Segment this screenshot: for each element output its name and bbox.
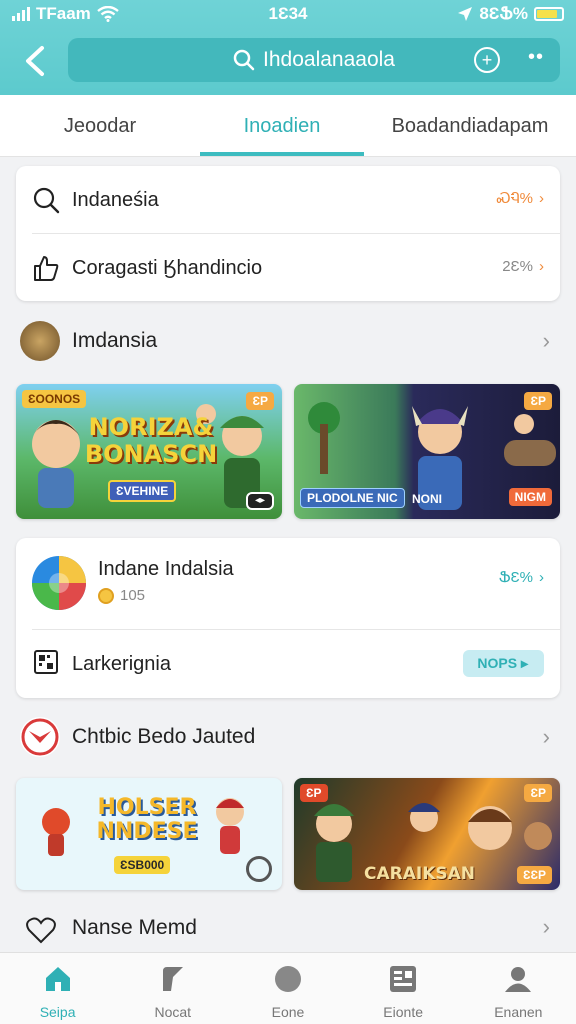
game-banner-1[interactable]: ƐOONOS ƐP NORIZA& BONASCN ƐVEHINE ◂▸ [16, 384, 282, 519]
nav-label: Enanen [494, 1004, 543, 1020]
tab-bar: Jeoodar Inoadien Boadandiadapam [0, 95, 576, 157]
video-icon: ◂▸ [246, 492, 274, 510]
banner-label: PLODOLNE NIC [300, 488, 405, 508]
list-item-larkerignia[interactable]: Larkerignia NOPS ▸ [16, 630, 560, 698]
tab-3[interactable]: Boadandiadapam [364, 95, 576, 156]
row-value-text: 2Ɛ% [502, 258, 533, 275]
banner-tag: ƐP [300, 784, 328, 802]
nav-item-profile[interactable]: Enanen [461, 953, 576, 1024]
bottom-nav: Seipa Nocat Eone Eionte Enanen [0, 952, 576, 1024]
nav-label: Seipa [39, 1004, 76, 1020]
battery-percent: 8ƐՖ% [479, 4, 528, 23]
search-icon [33, 187, 60, 214]
tab-1[interactable]: Jeoodar [0, 95, 200, 156]
pen-icon [162, 967, 183, 991]
section-title: Nanse Memd [72, 916, 197, 939]
qr-code-icon [34, 650, 58, 674]
chevron-right-icon: › [542, 914, 550, 939]
nav-label: Nocat [154, 1004, 192, 1020]
game-banner-3[interactable]: HOLSER NNDESE ƐSB000 [16, 778, 282, 890]
top-bar: TFaam 1Ɛ34 8ƐՖ% Ihdoalanaaola + •• [0, 0, 576, 95]
nav-item-home[interactable]: Seipa [0, 953, 115, 1024]
search-query: Ihdoalanaaola [263, 48, 395, 71]
chevron-right-icon: › [539, 569, 544, 586]
banner-button[interactable]: ƐƐP [516, 866, 552, 884]
search-icon [233, 49, 255, 71]
coin-value: 105 [120, 587, 146, 604]
section-badge-icon [20, 321, 60, 361]
row-value: ՖƐ% › [499, 568, 544, 586]
banner-button[interactable]: ƐVEHINE [108, 480, 177, 502]
list-item-indane-indalsia[interactable]: Indane Indalsia 105 ՖƐ% › [16, 538, 560, 630]
banner-label: NONI [412, 492, 442, 506]
profile-icon [505, 967, 532, 992]
banner-tag: ƐP [524, 784, 552, 802]
circle-icon [274, 966, 301, 992]
section-title: Imdansia [72, 329, 158, 352]
banner-tag: ƐP [524, 392, 552, 410]
row-value-text: ՖƐ% [498, 569, 533, 586]
banner-title: NORIZA& BONASCN [84, 413, 218, 468]
row-tag-button[interactable]: NOPS ▸ [463, 650, 544, 677]
banner-title: CARAIKSAN [364, 864, 476, 884]
heart-icon [26, 917, 56, 944]
thumb-up-icon [34, 256, 59, 281]
list-item-coragasti[interactable]: Coragasti Ӄhandincio 2Ɛ% › [16, 234, 560, 302]
location-arrow-icon [458, 7, 473, 21]
nav-item-eone[interactable]: Eone [230, 953, 345, 1024]
nav-item-nocat[interactable]: Nocat [115, 953, 230, 1024]
row-value-text: ᏍᏄ% [496, 190, 533, 207]
section-badge-icon [20, 717, 60, 757]
row-text: Indane Indalsia 105 [98, 558, 234, 604]
row-label: Indane Indalsia [98, 558, 234, 580]
game-banner-4[interactable]: ƐP ƐP CARAIKSAN ƐƐP [294, 778, 560, 890]
list-item-indanesia[interactable]: Indaneśia ᏍᏄ% › [16, 166, 560, 234]
banner-title: HOLSER NNDESE [96, 795, 198, 844]
battery-icon [534, 7, 564, 21]
section-header-chtbic[interactable]: Chtbic Bedo Jauted › [0, 712, 576, 762]
chevron-right-icon: › [542, 724, 550, 749]
row-value: 2Ɛ% › [502, 258, 544, 275]
section-header-imdansia[interactable]: Imdansia › [0, 316, 576, 366]
banner-tag: ƐOONOS [22, 390, 87, 408]
info-card-2: Indane Indalsia 105 ՖƐ% › Larkerignia NOP… [16, 538, 560, 698]
row-value: ᏍᏄ% › [497, 190, 544, 207]
add-icon[interactable]: + [474, 47, 500, 73]
row-label: Larkerignia [72, 652, 171, 675]
back-arrow-icon[interactable] [20, 44, 50, 78]
status-right: 8ƐՖ% [457, 4, 564, 24]
nav-label: Eionte [383, 1004, 423, 1020]
nav-label: Eone [271, 1004, 305, 1020]
nav-item-eionte[interactable]: Eionte [346, 953, 461, 1024]
chevron-right-icon: › [539, 190, 544, 207]
play-circle-icon[interactable] [246, 856, 272, 882]
tab-2-active[interactable]: Inoadien [200, 95, 364, 156]
more-options-icon[interactable]: •• [528, 46, 544, 69]
search-bar[interactable]: Ihdoalanaaola + •• [68, 38, 560, 82]
row-label: Indaneśia [72, 188, 159, 211]
coin-icon [98, 587, 114, 604]
section-title: Chtbic Bedo Jauted [72, 725, 256, 748]
colorful-ball-icon [32, 556, 86, 610]
row-label: Coragasti Ӄhandincio [72, 256, 263, 279]
row-tag-text: NOPS [477, 655, 518, 671]
coin-count: 105 [98, 587, 234, 604]
section-header-nanse[interactable]: Nanse Memd › [0, 904, 576, 952]
banner-button[interactable]: NIGM [508, 488, 552, 506]
chevron-right-icon: › [542, 328, 550, 353]
status-bar: TFaam 1Ɛ34 8ƐՖ% [0, 0, 576, 28]
info-card-1: Indaneśia ᏍᏄ% › Coragasti Ӄhandincio 2Ɛ% › [16, 166, 560, 301]
chevron-right-icon: › [539, 258, 544, 275]
banner-subtitle: ƐSB000 [114, 856, 171, 874]
game-banner-2[interactable]: ƐP PLODOLNE NIC NONI NIGM [294, 384, 560, 519]
home-icon [45, 967, 70, 991]
banner-tag: ƐP [246, 392, 274, 410]
grid-icon [390, 966, 417, 992]
